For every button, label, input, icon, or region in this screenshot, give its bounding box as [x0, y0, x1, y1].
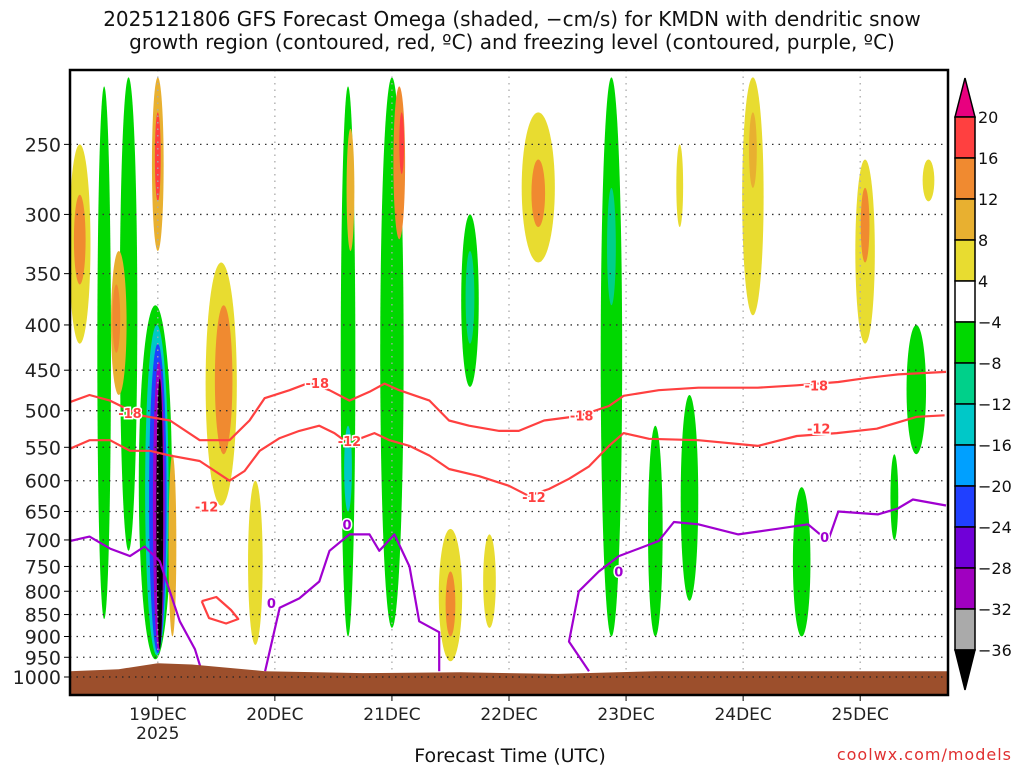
omega-shaded-region	[399, 112, 405, 174]
contour-label: -18	[306, 377, 330, 392]
omega-shaded-region	[922, 159, 935, 202]
contour-label: -18	[570, 409, 594, 424]
omega-shaded-region	[248, 480, 263, 645]
colorbar-box	[954, 567, 976, 610]
contour-label: -18	[805, 379, 829, 394]
y-tick-label: 600	[25, 471, 61, 493]
colorbar-box	[954, 239, 976, 282]
y-tick-label: 950	[25, 647, 61, 669]
contour-label: -12	[807, 423, 831, 438]
omega-shaded-region	[465, 251, 475, 344]
omega-shaded-region	[680, 394, 699, 601]
x-tick-label: 21DEC	[363, 705, 420, 725]
contour-label: -12	[195, 501, 219, 516]
y-tick-label: 450	[25, 360, 61, 382]
omega-shaded-region	[792, 487, 811, 637]
x-tick-label: 24DEC	[714, 705, 771, 725]
omega-shaded-region	[112, 284, 121, 353]
contour-label: -18	[118, 407, 142, 422]
contour-label: -12	[338, 435, 362, 450]
colorbar-label: 20	[978, 108, 998, 127]
colorbar-box	[954, 485, 976, 528]
colorbar-label: −36	[978, 641, 1012, 660]
colorbar-label: −4	[978, 313, 1002, 332]
y-tick-label: 550	[25, 437, 61, 459]
colorbar-label: 8	[978, 231, 988, 250]
colorbar-label: −12	[978, 395, 1012, 414]
y-tick-label: 750	[25, 556, 61, 578]
y-tick-label: 350	[25, 264, 61, 286]
omega-shaded-region	[860, 187, 870, 263]
omega-shaded-region	[648, 425, 663, 637]
x-tick-label: 19DEC	[129, 705, 186, 725]
x-tick-label: 25DEC	[832, 705, 889, 725]
chart-canvas: -18 -18 -18 -18 -12 -12 -12 -12 0 0 0 0 250 300 350 400…	[13, 68, 1012, 744]
contour-label: 0	[343, 518, 352, 533]
contour-label: 0	[820, 531, 829, 546]
colorbar-box	[954, 280, 976, 323]
omega-shaded-region	[483, 534, 496, 628]
colorbar-box	[954, 403, 976, 446]
y-tick-label: 500	[25, 401, 61, 423]
omega-shaded-region	[600, 77, 623, 637]
colorbar-label: −28	[978, 559, 1012, 578]
y-tick-label: 300	[25, 204, 61, 226]
colorbar-label: −24	[978, 518, 1012, 537]
colorbar-box	[954, 526, 976, 569]
contour-label: -12	[522, 491, 546, 506]
omega-shaded-region	[531, 159, 546, 228]
contour-label: 0	[614, 566, 623, 581]
colorbar-box	[954, 198, 976, 241]
y-tick-label: 250	[25, 134, 61, 156]
omega-shaded-region	[97, 86, 111, 620]
omega-shaded-region	[346, 128, 355, 252]
y-tick-label: 400	[25, 315, 61, 337]
contour-label: 0	[267, 597, 276, 612]
colorbar-box	[954, 362, 976, 405]
x-tick-label: 22DEC	[480, 705, 537, 725]
x-tick-label: 20DEC	[246, 705, 303, 725]
colorbar-box	[954, 116, 976, 159]
x-tick-label: 23DEC	[597, 705, 654, 725]
y-tick-label: 850	[25, 605, 61, 627]
colorbar-box	[954, 157, 976, 200]
omega-shaded-region	[607, 187, 616, 306]
colorbar-label: 4	[978, 272, 988, 291]
omega-shaded-region	[748, 112, 757, 188]
x-tick-sublabel: 2025	[136, 724, 179, 744]
colorbar-label: −20	[978, 477, 1012, 496]
y-tick-label: 700	[25, 530, 61, 552]
colorbar-label: −16	[978, 436, 1012, 455]
y-tick-label: 650	[25, 501, 61, 523]
omega-shaded-region	[906, 324, 927, 455]
y-tick-label: 900	[25, 627, 61, 649]
y-tick-label: 1000	[13, 667, 61, 689]
colorbar-box	[954, 608, 976, 651]
colorbar-under-triangle	[954, 649, 976, 691]
colorbar-label: 12	[978, 190, 998, 209]
plot-area: -18 -18 -18 -18 -12 -12 -12 -12 0 0 0 0	[70, 70, 948, 695]
omega-shaded-region	[445, 571, 456, 637]
omega-shaded-region	[73, 194, 86, 285]
credit-text[interactable]: coolwx.com/models	[837, 745, 1012, 764]
colorbar-label: −32	[978, 600, 1012, 619]
y-tick-label: 800	[25, 581, 61, 603]
colorbar-box	[954, 444, 976, 487]
colorbar-label: −8	[978, 354, 1002, 373]
omega-shaded-region	[890, 454, 899, 540]
colorbar-over-triangle	[954, 77, 976, 118]
omega-shaded-region	[214, 305, 233, 455]
colorbar-box	[954, 321, 976, 364]
colorbar-label: 16	[978, 149, 998, 168]
